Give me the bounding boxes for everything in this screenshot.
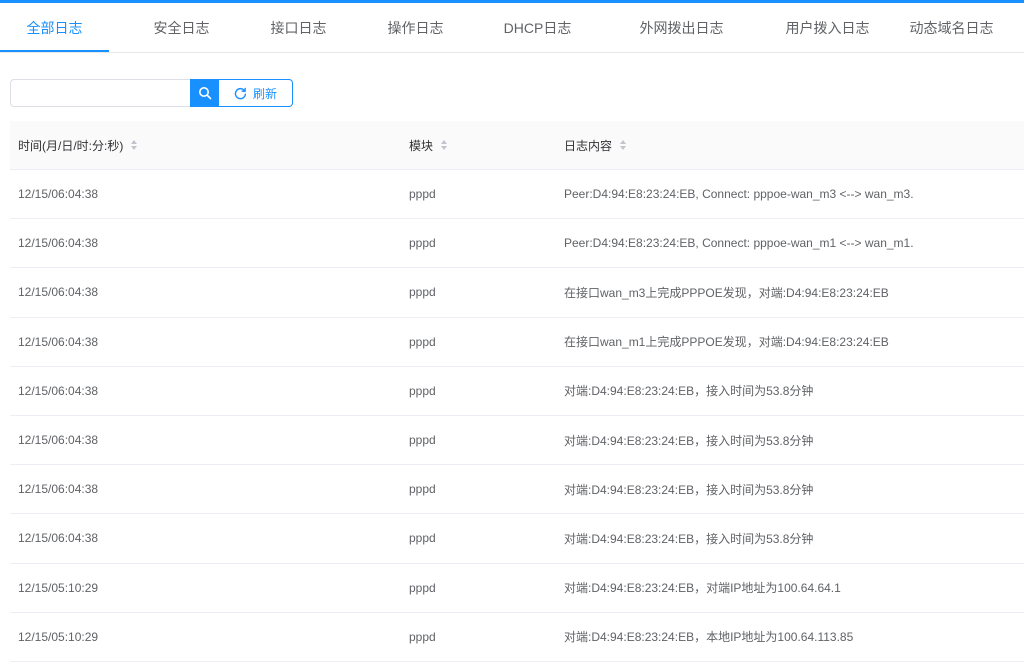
table-row: 12/15/06:04:38 pppd 对端:D4:94:E8:23:24:EB…	[10, 514, 1024, 564]
cell-content: Peer:D4:94:E8:23:24:EB, Connect: pppoe-w…	[564, 236, 914, 251]
log-tabs: 全部日志 安全日志 接口日志 操作日志 DHCP日志 外网拨出日志 用户拨入日志…	[0, 3, 1024, 53]
tab-user-dialin-logs[interactable]: 用户拨入日志	[776, 3, 879, 52]
cell-content: 在接口wan_m3上完成PPPOE发现，对端:D4:94:E8:23:24:EB	[564, 285, 889, 300]
tab-label: DHCP日志	[503, 19, 572, 36]
cell-time: 12/15/06:04:38	[18, 383, 99, 398]
cell-time: 12/15/06:04:38	[18, 285, 99, 300]
table-row: 12/15/06:04:38 pppd Peer:D4:94:E8:23:24:…	[10, 170, 1024, 220]
tab-label: 全部日志	[26, 19, 83, 36]
table-row: 12/15/06:04:38 pppd 在接口wan_m3上完成PPPOE发现，…	[10, 268, 1024, 318]
tab-operation-logs[interactable]: 操作日志	[343, 3, 488, 52]
cell-content: 对端:D4:94:E8:23:24:EB，接入时间为53.8分钟	[564, 384, 814, 399]
cell-module: pppd	[409, 629, 436, 644]
column-header-time[interactable]: 时间(月/日/时:分:秒)	[10, 137, 402, 154]
column-label: 时间(月/日/时:分:秒)	[18, 138, 124, 153]
tab-label: 操作日志	[387, 19, 444, 36]
sort-icon[interactable]	[620, 140, 627, 150]
table-header: 时间(月/日/时:分:秒) 模块 日志内容	[10, 121, 1024, 170]
search-input[interactable]	[10, 79, 190, 107]
cell-time: 12/15/06:04:38	[18, 187, 99, 202]
tab-all-logs[interactable]: 全部日志	[0, 3, 109, 52]
cell-content: 对端:D4:94:E8:23:24:EB，对端IP地址为100.64.64.1	[564, 581, 841, 596]
cell-module: pppd	[409, 531, 436, 546]
cell-module: pppd	[409, 580, 436, 595]
search-icon	[198, 87, 211, 100]
sort-icon[interactable]	[441, 140, 448, 150]
tab-security-logs[interactable]: 安全日志	[109, 3, 254, 52]
cell-time: 12/15/06:04:38	[18, 482, 99, 497]
tab-dhcp-logs[interactable]: DHCP日志	[488, 3, 587, 52]
tab-label: 接口日志	[270, 19, 327, 36]
tab-label: 外网拨出日志	[639, 19, 724, 36]
table-row: 12/15/06:04:38 pppd 对端:D4:94:E8:23:24:EB…	[10, 367, 1024, 416]
column-header-module[interactable]: 模块	[402, 137, 557, 154]
column-label: 日志内容	[564, 138, 613, 153]
cell-module: pppd	[409, 285, 436, 300]
cell-time: 12/15/06:04:38	[18, 236, 99, 251]
refresh-label: 刷新	[252, 86, 277, 101]
column-header-content[interactable]: 日志内容	[557, 137, 1024, 154]
tab-label: 用户拨入日志	[785, 19, 870, 36]
refresh-button[interactable]: 刷新	[219, 79, 293, 107]
cell-time: 12/15/06:04:38	[18, 334, 99, 349]
cell-time: 12/15/05:10:29	[18, 629, 99, 644]
tab-label: 动态域名日志	[909, 19, 994, 36]
table-row: 12/15/06:04:38 pppd 在接口wan_m1上完成PPPOE发现，…	[10, 318, 1024, 367]
cell-content: 在接口wan_m1上完成PPPOE发现，对端:D4:94:E8:23:24:EB	[564, 335, 889, 350]
log-table: 时间(月/日/时:分:秒) 模块 日志内容 12/15/06:04:38 ppp…	[10, 121, 1024, 662]
tab-wan-dialout-logs[interactable]: 外网拨出日志	[587, 3, 776, 52]
table-row: 12/15/06:04:38 pppd 对端:D4:94:E8:23:24:EB…	[10, 465, 1024, 515]
search-button[interactable]	[190, 79, 219, 107]
cell-time: 12/15/05:10:29	[18, 580, 99, 595]
table-row: 12/15/05:10:29 pppd 对端:D4:94:E8:23:24:EB…	[10, 613, 1024, 662]
cell-module: pppd	[409, 187, 436, 202]
cell-content: 对端:D4:94:E8:23:24:EB，本地IP地址为100.64.113.8…	[564, 630, 854, 645]
table-row: 12/15/06:04:38 pppd Peer:D4:94:E8:23:24:…	[10, 219, 1024, 269]
cell-content: 对端:D4:94:E8:23:24:EB，接入时间为53.8分钟	[564, 482, 814, 497]
table-row: 12/15/06:04:38 pppd 对端:D4:94:E8:23:24:EB…	[10, 416, 1024, 466]
tab-label: 安全日志	[153, 19, 210, 36]
search-toolbar: 刷新	[10, 79, 293, 107]
cell-module: pppd	[409, 383, 436, 398]
column-label: 模块	[409, 138, 434, 153]
cell-module: pppd	[409, 236, 436, 251]
cell-module: pppd	[409, 334, 436, 349]
cell-content: Peer:D4:94:E8:23:24:EB, Connect: pppoe-w…	[564, 187, 914, 202]
cell-time: 12/15/06:04:38	[18, 531, 99, 546]
cell-module: pppd	[409, 433, 436, 448]
tab-ddns-logs[interactable]: 动态域名日志	[879, 3, 1024, 52]
sort-icon[interactable]	[131, 140, 138, 150]
tab-interface-logs[interactable]: 接口日志	[254, 3, 343, 52]
cell-content: 对端:D4:94:E8:23:24:EB，接入时间为53.8分钟	[564, 531, 814, 546]
cell-module: pppd	[409, 482, 436, 497]
refresh-icon	[234, 87, 247, 99]
table-row: 12/15/05:10:29 pppd 对端:D4:94:E8:23:24:EB…	[10, 564, 1024, 613]
cell-content: 对端:D4:94:E8:23:24:EB，接入时间为53.8分钟	[564, 433, 814, 448]
cell-time: 12/15/06:04:38	[18, 433, 99, 448]
